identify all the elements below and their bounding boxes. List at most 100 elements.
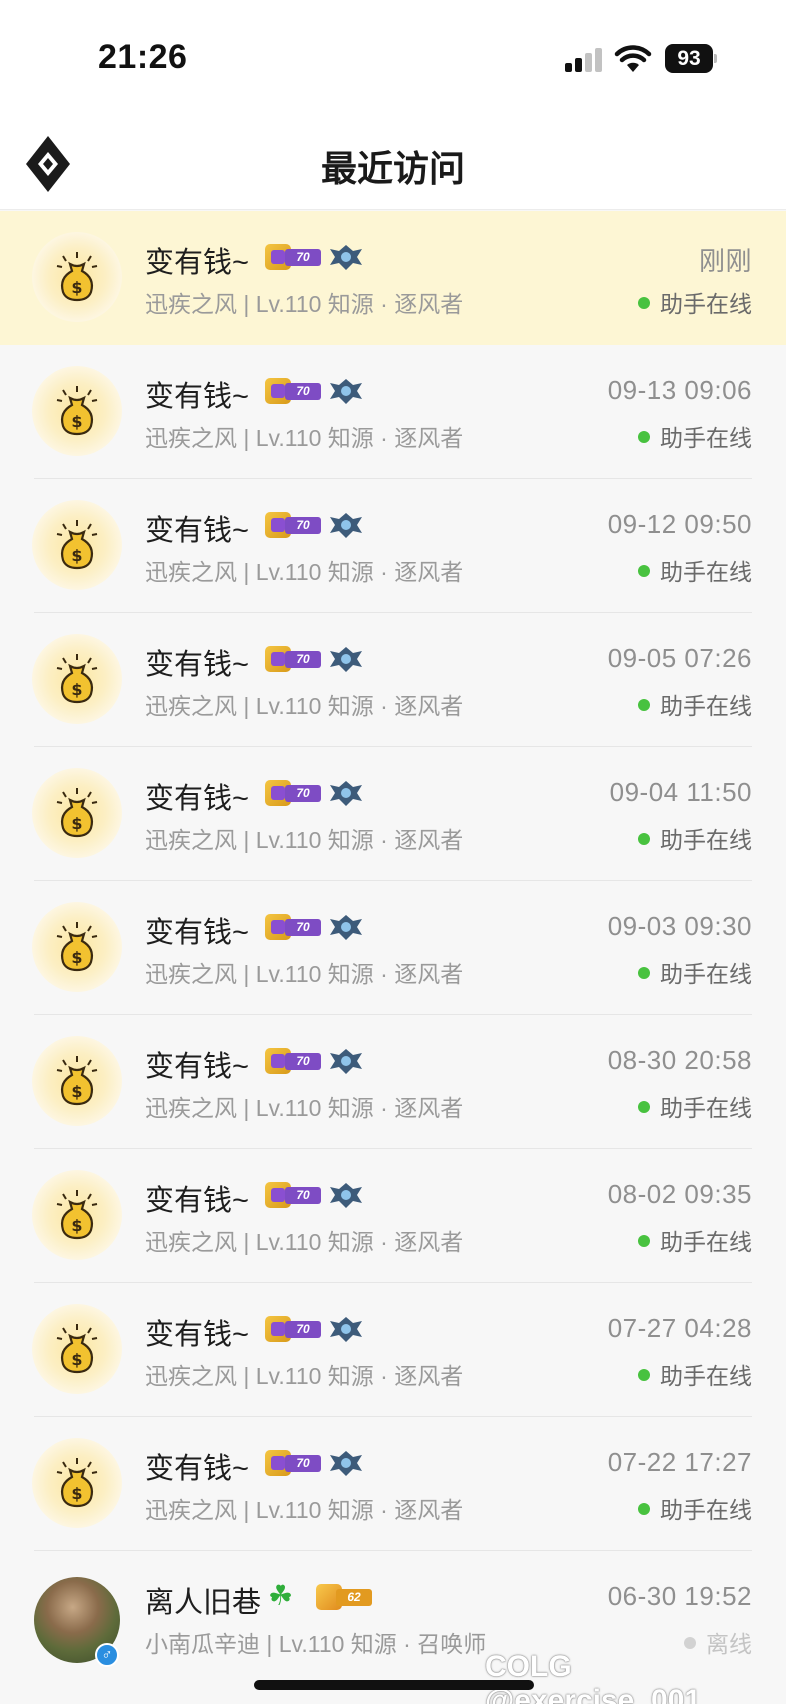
visit-time: 08-30 20:58 bbox=[607, 1045, 752, 1075]
svg-text:$: $ bbox=[71, 680, 82, 699]
online-status: 助手在线 bbox=[638, 955, 752, 989]
level-badge: 70 bbox=[265, 1048, 321, 1074]
visitor-subtitle: 迅疾之风 | Lv.110 知源 · 逐风者 bbox=[145, 961, 464, 987]
visitor-row[interactable]: $ 变有钱~ 70 迅疾之风 | Lv.110 知源 · 逐风者 09-03 0… bbox=[0, 881, 786, 1015]
level-badge: 70 bbox=[265, 1450, 321, 1476]
rank-emblem-icon bbox=[330, 1451, 362, 1476]
battery-icon: 93 bbox=[665, 44, 717, 73]
avatar: $ bbox=[32, 1170, 122, 1260]
visitor-row[interactable]: $ 变有钱~ 70 迅疾之风 | Lv.110 知源 · 逐风者 09-13 0… bbox=[0, 345, 786, 479]
visitor-name[interactable]: 离人旧巷 bbox=[145, 1579, 261, 1621]
battery-level: 93 bbox=[665, 44, 713, 73]
avatar: $ bbox=[32, 768, 122, 858]
visitor-row[interactable]: $ 变有钱~ 70 迅疾之风 | Lv.110 知源 · 逐风者 09-04 1… bbox=[0, 747, 786, 881]
rank-emblem-icon bbox=[330, 915, 362, 940]
visitor-name[interactable]: 变有钱~ bbox=[145, 1445, 249, 1487]
online-status: 助手在线 bbox=[638, 1491, 752, 1525]
svg-text:$: $ bbox=[71, 1216, 82, 1235]
visitor-row[interactable]: $ 变有钱~ 70 迅疾之风 | Lv.110 知源 · 逐风者 09-05 0… bbox=[0, 613, 786, 747]
visitor-subtitle: 迅疾之风 | Lv.110 知源 · 逐风者 bbox=[145, 1363, 464, 1389]
status-bar: 21:26 93 bbox=[0, 0, 786, 110]
svg-text:$: $ bbox=[71, 1350, 82, 1369]
money-bag-icon: $ bbox=[56, 1056, 98, 1106]
level-badge: 62 bbox=[316, 1584, 372, 1610]
status-dot-icon bbox=[638, 1101, 650, 1113]
wifi-icon bbox=[614, 45, 652, 72]
visit-time: 09-04 11:50 bbox=[609, 777, 752, 807]
rank-emblem-icon bbox=[330, 647, 362, 672]
visit-time: 09-13 09:06 bbox=[607, 375, 752, 405]
visitor-name[interactable]: 变有钱~ bbox=[145, 1043, 249, 1085]
visitor-list: $ 变有钱~ 70 迅疾之风 | Lv.110 知源 · 逐风者 刚刚 助手在线… bbox=[0, 211, 786, 1685]
level-badge: 70 bbox=[265, 914, 321, 940]
visitor-name[interactable]: 变有钱~ bbox=[145, 1311, 249, 1353]
status-dot-icon bbox=[638, 1503, 650, 1515]
svg-text:$: $ bbox=[71, 278, 82, 297]
visitor-name[interactable]: 变有钱~ bbox=[145, 909, 249, 951]
clover-icon: ☘ bbox=[268, 1580, 294, 1611]
visitor-row[interactable]: $ 变有钱~ 70 迅疾之风 | Lv.110 知源 · 逐风者 07-22 1… bbox=[0, 1417, 786, 1551]
avatar: $ bbox=[32, 1304, 122, 1394]
level-badge: 70 bbox=[265, 244, 321, 270]
status-dot-icon bbox=[638, 297, 650, 309]
visitor-row[interactable]: $ 变有钱~ 70 迅疾之风 | Lv.110 知源 · 逐风者 08-30 2… bbox=[0, 1015, 786, 1149]
visitor-subtitle: 迅疾之风 | Lv.110 知源 · 逐风者 bbox=[145, 291, 464, 317]
visitor-row[interactable]: $ 变有钱~ 70 迅疾之风 | Lv.110 知源 · 逐风者 09-12 0… bbox=[0, 479, 786, 613]
status-dot-icon bbox=[638, 565, 650, 577]
visit-time: 06-30 19:52 bbox=[607, 1581, 752, 1611]
svg-text:$: $ bbox=[71, 1082, 82, 1101]
level-badge: 70 bbox=[265, 512, 321, 538]
level-badge: 70 bbox=[265, 646, 321, 672]
visitor-name[interactable]: 变有钱~ bbox=[145, 507, 249, 549]
avatar: $ bbox=[32, 902, 122, 992]
money-bag-icon: $ bbox=[56, 788, 98, 838]
visitor-subtitle: 迅疾之风 | Lv.110 知源 · 逐风者 bbox=[145, 559, 464, 585]
online-status: 助手在线 bbox=[638, 687, 752, 721]
visitor-name[interactable]: 变有钱~ bbox=[145, 1177, 249, 1219]
status-dot-icon bbox=[638, 699, 650, 711]
rank-emblem-icon bbox=[330, 245, 362, 270]
svg-text:$: $ bbox=[71, 546, 82, 565]
visit-time: 09-03 09:30 bbox=[607, 911, 752, 941]
online-status: 助手在线 bbox=[638, 1357, 752, 1391]
home-indicator[interactable] bbox=[254, 1680, 534, 1690]
visitor-subtitle: 迅疾之风 | Lv.110 知源 · 逐风者 bbox=[145, 1095, 464, 1121]
online-status: 助手在线 bbox=[638, 553, 752, 587]
svg-text:$: $ bbox=[71, 412, 82, 431]
status-dot-icon bbox=[638, 833, 650, 845]
money-bag-icon: $ bbox=[56, 520, 98, 570]
visit-time: 09-12 09:50 bbox=[607, 509, 752, 539]
online-status: 助手在线 bbox=[638, 419, 752, 453]
visit-time: 08-02 09:35 bbox=[607, 1179, 752, 1209]
avatar: $ bbox=[32, 1438, 122, 1528]
visitor-name[interactable]: 变有钱~ bbox=[145, 641, 249, 683]
visitor-row[interactable]: $ 变有钱~ 70 迅疾之风 | Lv.110 知源 · 逐风者 08-02 0… bbox=[0, 1149, 786, 1283]
visitor-row[interactable]: $ 变有钱~ 70 迅疾之风 | Lv.110 知源 · 逐风者 07-27 0… bbox=[0, 1283, 786, 1417]
level-badge: 70 bbox=[265, 1316, 321, 1342]
svg-text:$: $ bbox=[71, 1484, 82, 1503]
visitor-subtitle: 迅疾之风 | Lv.110 知源 · 逐风者 bbox=[145, 1229, 464, 1255]
visitor-name[interactable]: 变有钱~ bbox=[145, 239, 249, 281]
visitor-row[interactable]: $ 变有钱~ 70 迅疾之风 | Lv.110 知源 · 逐风者 刚刚 助手在线 bbox=[0, 211, 786, 345]
money-bag-icon: $ bbox=[56, 1458, 98, 1508]
online-status: 助手在线 bbox=[638, 1223, 752, 1257]
svg-text:$: $ bbox=[71, 948, 82, 967]
cellular-signal-icon bbox=[565, 48, 605, 72]
visitor-name[interactable]: 变有钱~ bbox=[145, 775, 249, 817]
visitor-name[interactable]: 变有钱~ bbox=[145, 373, 249, 415]
avatar: $ bbox=[32, 634, 122, 724]
status-dot-icon bbox=[638, 431, 650, 443]
nav-bar: 最近访问 bbox=[0, 110, 786, 210]
avatar: $ bbox=[32, 1036, 122, 1126]
rank-emblem-icon bbox=[330, 781, 362, 806]
status-dot-icon bbox=[638, 1369, 650, 1381]
visit-time: 刚刚 bbox=[698, 246, 752, 276]
status-time: 21:26 bbox=[98, 38, 188, 76]
level-badge: 70 bbox=[265, 1182, 321, 1208]
money-bag-icon: $ bbox=[56, 654, 98, 704]
online-status: 助手在线 bbox=[638, 285, 752, 319]
status-dot-icon bbox=[638, 1235, 650, 1247]
money-bag-icon: $ bbox=[56, 922, 98, 972]
visit-time: 07-27 04:28 bbox=[607, 1313, 752, 1343]
rank-emblem-icon bbox=[330, 1049, 362, 1074]
